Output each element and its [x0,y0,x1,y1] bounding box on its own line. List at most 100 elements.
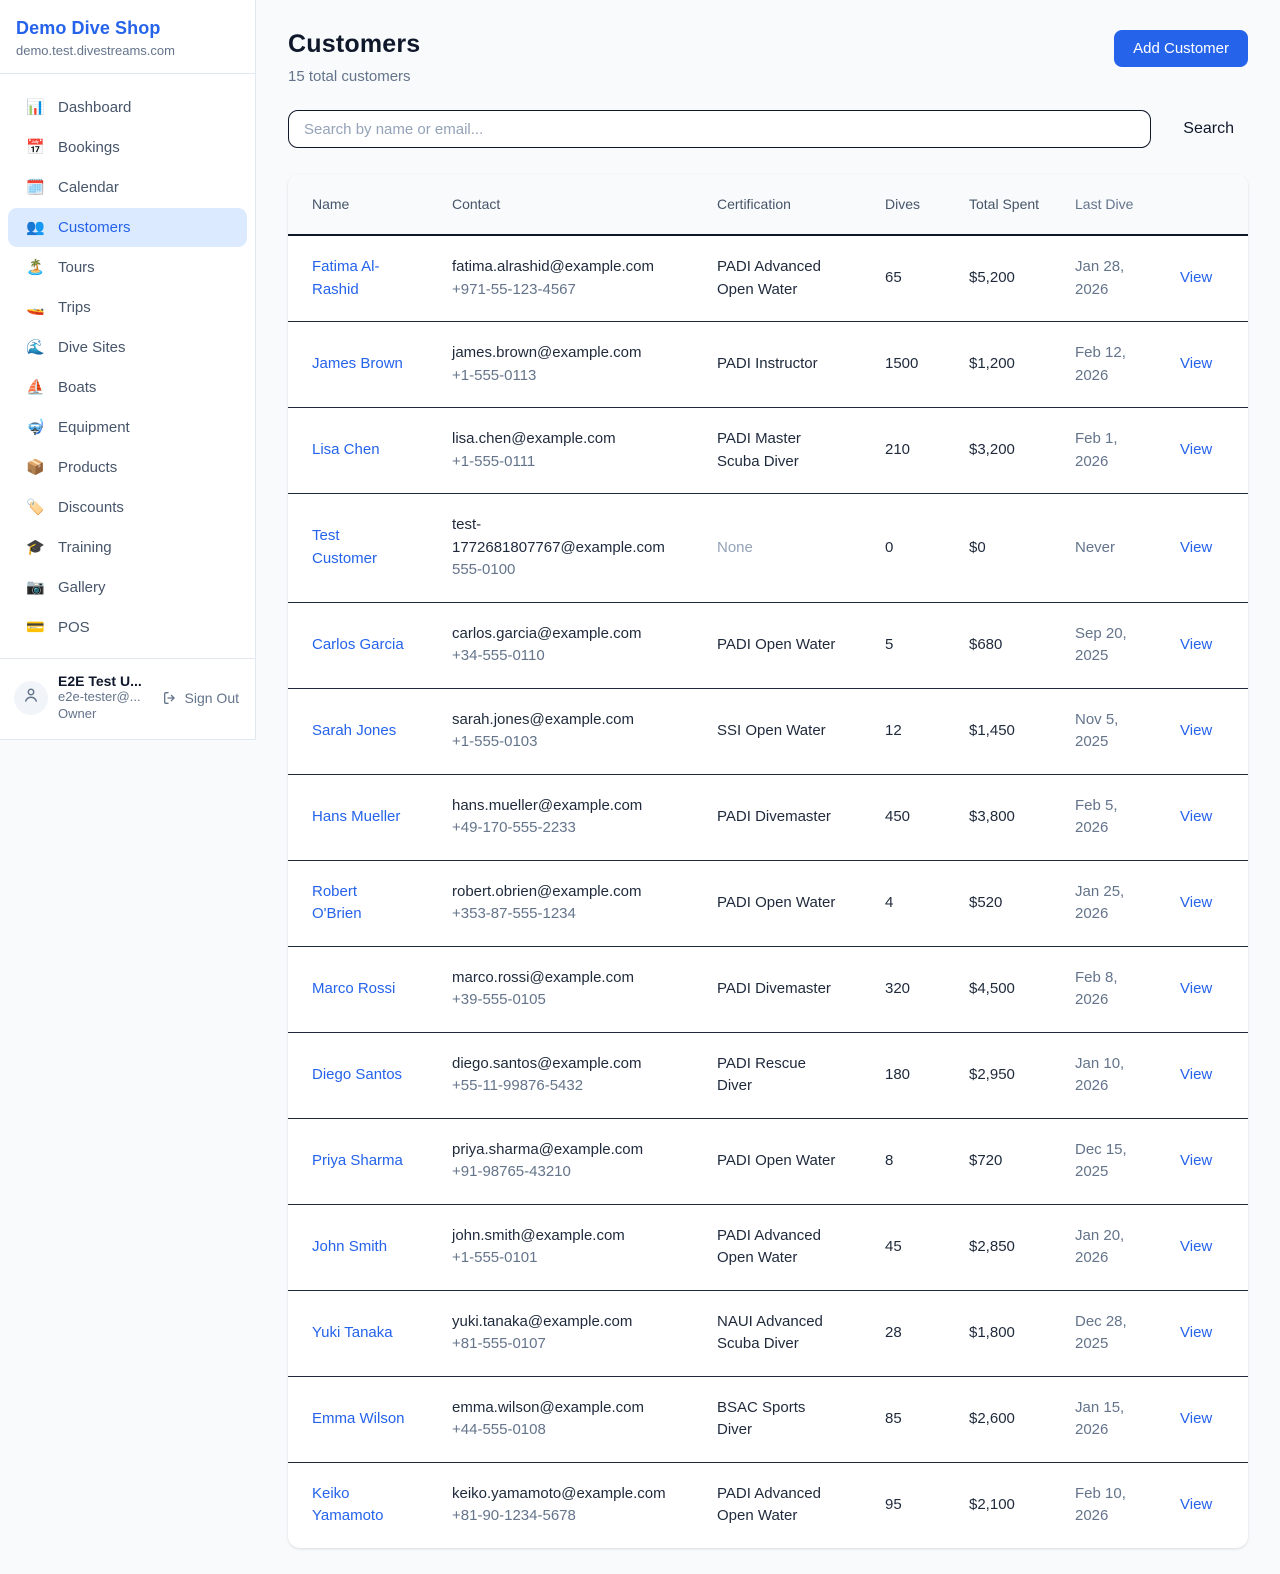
table-body: Fatima Al-Rashid fatima.alrashid@example… [288,236,1248,1548]
view-customer-link[interactable]: View [1180,539,1212,556]
discounts-icon: 🏷️ [26,500,45,515]
customer-phone: 555-0100 [452,559,677,582]
customer-name-link[interactable]: Fatima Al-Rashid [312,258,380,298]
sidebar-item-boats[interactable]: ⛵ Boats [8,368,247,407]
sidebar-item-gallery[interactable]: 📷 Gallery [8,568,247,607]
customer-name-link[interactable]: Robert O'Brien [312,883,362,923]
customer-phone: +44-555-0108 [452,1419,677,1442]
add-customer-button[interactable]: Add Customer [1114,30,1248,67]
customer-total-spent: $3,200 [969,419,1075,482]
view-customer-link[interactable]: View [1180,1410,1212,1427]
customer-phone: +1-555-0111 [452,451,677,474]
sidebar-item-tours[interactable]: 🏝️ Tours [8,248,247,287]
customer-phone: +39-555-0105 [452,989,677,1012]
customer-dives: 210 [885,419,969,482]
table-row: Lisa Chen lisa.chen@example.com +1-555-0… [288,408,1248,494]
customer-email: keiko.yamamoto@example.com [452,1483,677,1506]
sidebar-item-label: Training [58,539,112,556]
customer-last-dive: Jan 20, 2026 [1075,1205,1180,1290]
sidebar-item-label: Equipment [58,419,130,436]
shop-header: Demo Dive Shop demo.test.divestreams.com [0,0,255,74]
view-customer-link[interactable]: View [1180,894,1212,911]
sign-out-icon [162,690,178,706]
sidebar-item-label: Calendar [58,179,119,196]
sidebar-item-dive-sites[interactable]: 🌊 Dive Sites [8,328,247,367]
sidebar-item-training[interactable]: 🎓 Training [8,528,247,567]
view-customer-link[interactable]: View [1180,355,1212,372]
view-customer-link[interactable]: View [1180,441,1212,458]
customer-phone: +971-55-123-4567 [452,279,677,302]
customer-name-link[interactable]: James Brown [312,355,403,372]
customer-name-link[interactable]: Emma Wilson [312,1410,405,1427]
table-row: Sarah Jones sarah.jones@example.com +1-5… [288,689,1248,775]
view-customer-link[interactable]: View [1180,980,1212,997]
customer-name-link[interactable]: Carlos Garcia [312,636,404,653]
sidebar-item-calendar[interactable]: 🗓️ Calendar [8,168,247,207]
view-customer-link[interactable]: View [1180,269,1212,286]
customer-name-link[interactable]: Lisa Chen [312,441,380,458]
customer-last-dive: Dec 15, 2025 [1075,1119,1180,1204]
sidebar-nav: 📊 Dashboard 📅 Bookings 🗓️ Calendar 👥 Cus… [0,74,255,658]
sidebar-item-dashboard[interactable]: 📊 Dashboard [8,88,247,127]
column-header-contact: Contact [452,184,717,224]
view-customer-link[interactable]: View [1180,722,1212,739]
customer-total-spent: $3,800 [969,786,1075,849]
customer-phone: +34-555-0110 [452,645,677,668]
customer-total-spent: $4,500 [969,958,1075,1021]
search-button[interactable]: Search [1169,112,1248,146]
customer-email: marco.rossi@example.com [452,967,677,990]
view-customer-link[interactable]: View [1180,636,1212,653]
sign-out-button[interactable]: Sign Out [162,690,241,706]
customer-email: james.brown@example.com [452,342,677,365]
customer-phone: +49-170-555-2233 [452,817,677,840]
dashboard-icon: 📊 [26,100,45,115]
customer-certification: PADI Divemaster [717,958,885,1021]
customer-dives: 65 [885,247,969,310]
customer-name-link[interactable]: Yuki Tanaka [312,1324,393,1341]
customer-last-dive: Jan 10, 2026 [1075,1033,1180,1118]
view-customer-link[interactable]: View [1180,1066,1212,1083]
search-bar: Search [288,110,1248,148]
customer-name-link[interactable]: John Smith [312,1238,387,1255]
sidebar-item-pos[interactable]: 💳 POS [8,608,247,647]
sidebar-item-label: Dive Sites [58,339,126,356]
sidebar-item-label: Boats [58,379,96,396]
sidebar-item-discounts[interactable]: 🏷️ Discounts [8,488,247,527]
customer-total-spent: $520 [969,872,1075,935]
customer-email: emma.wilson@example.com [452,1397,677,1420]
customer-last-dive: Never [1075,517,1180,580]
customers-table: Name Contact Certification Dives Total S… [288,174,1248,1548]
table-row: Keiko Yamamoto keiko.yamamoto@example.co… [288,1463,1248,1548]
customer-name-link[interactable]: Diego Santos [312,1066,402,1083]
calendar-icon: 🗓️ [26,180,45,195]
customer-email: hans.mueller@example.com [452,795,677,818]
customer-dives: 12 [885,700,969,763]
customer-name-link[interactable]: Priya Sharma [312,1152,403,1169]
sidebar-item-label: Dashboard [58,99,131,116]
page-header: Customers 15 total customers Add Custome… [288,30,1248,85]
customer-name-link[interactable]: Test Customer [312,527,377,567]
customer-dives: 95 [885,1474,969,1537]
view-customer-link[interactable]: View [1180,808,1212,825]
customer-last-dive: Feb 10, 2026 [1075,1463,1180,1548]
sidebar-item-trips[interactable]: 🚤 Trips [8,288,247,327]
customer-last-dive: Jan 28, 2026 [1075,236,1180,321]
view-customer-link[interactable]: View [1180,1238,1212,1255]
customer-name-link[interactable]: Sarah Jones [312,722,396,739]
sidebar-item-products[interactable]: 📦 Products [8,448,247,487]
view-customer-link[interactable]: View [1180,1496,1212,1513]
customer-phone: +1-555-0103 [452,731,677,754]
sidebar-item-bookings[interactable]: 📅 Bookings [8,128,247,167]
customer-email: sarah.jones@example.com [452,709,677,732]
search-input[interactable] [288,110,1151,148]
table-row: Carlos Garcia carlos.garcia@example.com … [288,603,1248,689]
customer-name-link[interactable]: Hans Mueller [312,808,400,825]
table-row: John Smith john.smith@example.com +1-555… [288,1205,1248,1291]
customer-name-link[interactable]: Keiko Yamamoto [312,1485,383,1525]
view-customer-link[interactable]: View [1180,1324,1212,1341]
view-customer-link[interactable]: View [1180,1152,1212,1169]
sidebar-item-customers[interactable]: 👥 Customers [8,208,247,247]
customer-name-link[interactable]: Marco Rossi [312,980,395,997]
sidebar-item-equipment[interactable]: 🤿 Equipment [8,408,247,447]
customer-certification: PADI Open Water [717,1130,885,1193]
